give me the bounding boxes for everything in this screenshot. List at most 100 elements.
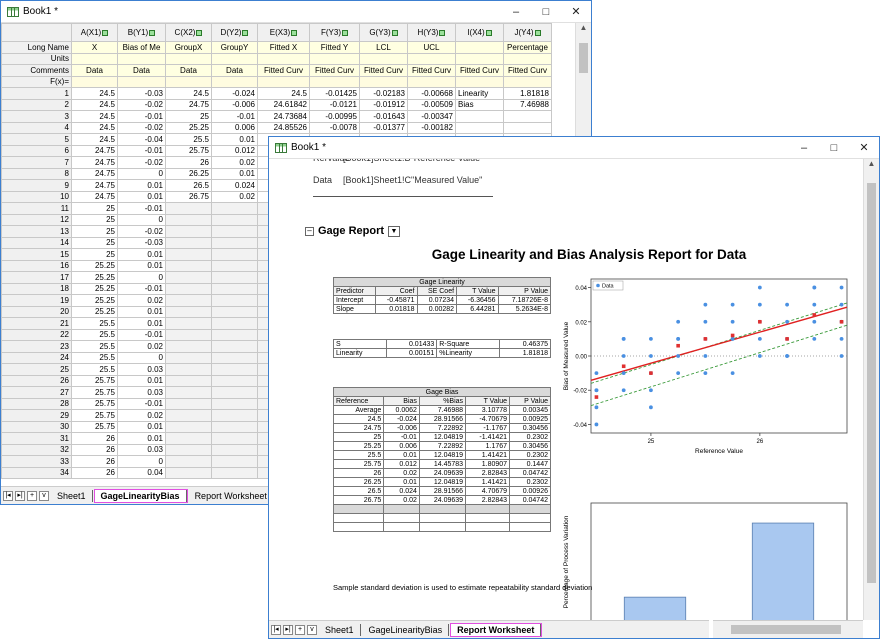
meta-cell[interactable] (71, 52, 118, 65)
row-number[interactable]: 16 (1, 259, 72, 272)
row-number[interactable]: 22 (1, 328, 72, 341)
data-cell[interactable] (211, 409, 258, 422)
column-header[interactable]: G(Y3) (359, 23, 408, 42)
data-cell[interactable]: 0.02 (211, 156, 258, 169)
data-cell[interactable]: 0 (117, 455, 166, 468)
data-cell[interactable]: -0.01425 (309, 87, 360, 100)
data-cell[interactable]: 25.5 (71, 363, 118, 376)
row-label[interactable]: Comments (1, 64, 72, 77)
data-cell[interactable]: -0.01 (117, 328, 166, 341)
meta-cell[interactable]: Data (165, 64, 212, 77)
column-header[interactable]: B(Y1) (117, 23, 166, 42)
vertical-scrollbar[interactable]: ▲ (863, 159, 879, 620)
minimize-icon[interactable]: – (789, 142, 819, 154)
data-cell[interactable] (211, 213, 258, 226)
data-cell[interactable]: 0.03 (117, 386, 166, 399)
data-cell[interactable]: 0 (117, 351, 166, 364)
data-cell[interactable]: 0.01 (117, 432, 166, 445)
row-number[interactable]: 27 (1, 386, 72, 399)
row-number[interactable]: 15 (1, 248, 72, 261)
data-cell[interactable]: 0.01 (211, 167, 258, 180)
meta-cell[interactable]: Fitted X (257, 41, 310, 54)
data-cell[interactable]: 0.01 (117, 248, 166, 261)
data-cell[interactable] (165, 317, 212, 330)
data-cell[interactable]: 25 (71, 202, 118, 215)
meta-cell[interactable] (309, 75, 360, 88)
column-header[interactable]: A(X1) (71, 23, 118, 42)
data-cell[interactable] (211, 397, 258, 410)
row-number[interactable]: 31 (1, 432, 72, 445)
row-number[interactable]: 17 (1, 271, 72, 284)
row-label[interactable]: Units (1, 52, 72, 65)
data-cell[interactable] (503, 110, 552, 123)
data-cell[interactable]: -0.00995 (309, 110, 360, 123)
data-cell[interactable]: 25.5 (71, 328, 118, 341)
data-cell[interactable]: -0.01 (117, 282, 166, 295)
data-cell[interactable]: 24.85526 (257, 121, 310, 134)
meta-cell[interactable] (211, 52, 258, 65)
meta-cell[interactable]: GroupY (211, 41, 258, 54)
row-number[interactable]: 19 (1, 294, 72, 307)
maximize-icon[interactable]: □ (531, 6, 561, 18)
data-cell[interactable]: -0.01 (117, 202, 166, 215)
data-cell[interactable]: -0.01377 (359, 121, 408, 134)
data-cell[interactable] (211, 248, 258, 261)
data-cell[interactable]: -0.02 (117, 98, 166, 111)
column-header[interactable]: I(X4) (455, 23, 504, 42)
prev-sheet-icon[interactable]: ▸| (15, 490, 25, 501)
report-sheet[interactable]: RefValue [Book1]Sheet1!B"Reference Value… (269, 159, 863, 620)
row-number[interactable]: 6 (1, 144, 72, 157)
row-number[interactable]: 29 (1, 409, 72, 422)
sheet-tab[interactable]: Report Worksheet (189, 489, 274, 502)
data-cell[interactable]: -0.00182 (407, 121, 456, 134)
data-cell[interactable]: -0.04 (117, 133, 166, 146)
data-cell[interactable]: 24.61842 (257, 98, 310, 111)
sheet-tab[interactable]: Sheet1 (319, 623, 361, 636)
data-cell[interactable]: -0.02183 (359, 87, 408, 100)
data-cell[interactable] (211, 317, 258, 330)
column-header[interactable]: J(Y4) (503, 23, 552, 42)
data-cell[interactable] (165, 259, 212, 272)
data-cell[interactable]: -0.00347 (407, 110, 456, 123)
row-number[interactable]: 21 (1, 317, 72, 330)
data-cell[interactable]: 24.5 (257, 87, 310, 100)
sheet-tab[interactable]: GageLinearityBias (93, 488, 188, 503)
data-cell[interactable]: -0.03 (117, 87, 166, 100)
data-cell[interactable]: 26 (71, 443, 118, 456)
sheet-tab[interactable]: Report Worksheet (450, 622, 543, 637)
data-cell[interactable]: 24.75 (71, 179, 118, 192)
data-cell[interactable]: -0.006 (211, 98, 258, 111)
data-cell[interactable]: -0.024 (211, 87, 258, 100)
data-cell[interactable] (455, 110, 504, 123)
data-cell[interactable]: 0.01 (117, 420, 166, 433)
data-cell[interactable] (165, 363, 212, 376)
row-label[interactable]: F(x)= (1, 75, 72, 88)
row-number[interactable]: 28 (1, 397, 72, 410)
close-icon[interactable]: ✕ (561, 5, 591, 18)
data-cell[interactable] (165, 443, 212, 456)
row-number[interactable]: 34 (1, 466, 72, 479)
meta-cell[interactable]: Data (71, 64, 118, 77)
meta-cell[interactable]: Fitted Curv (407, 64, 456, 77)
data-cell[interactable]: 25.75 (71, 397, 118, 410)
data-cell[interactable] (211, 305, 258, 318)
data-cell[interactable]: -0.01912 (359, 98, 408, 111)
data-cell[interactable]: 24.73684 (257, 110, 310, 123)
data-cell[interactable] (165, 236, 212, 249)
scroll-thumb[interactable] (731, 625, 841, 634)
report-window[interactable]: Book1 * – □ ✕ RefValue [Book1]Sheet1!B"R… (268, 136, 880, 639)
row-number[interactable]: 20 (1, 305, 72, 318)
data-cell[interactable] (165, 213, 212, 226)
data-cell[interactable]: 24.5 (71, 133, 118, 146)
data-cell[interactable]: 25.25 (71, 305, 118, 318)
data-cell[interactable]: 25.75 (71, 409, 118, 422)
row-number[interactable]: 9 (1, 179, 72, 192)
data-cell[interactable]: 25.25 (71, 282, 118, 295)
row-number[interactable]: 5 (1, 133, 72, 146)
data-cell[interactable]: 26.75 (165, 190, 212, 203)
data-cell[interactable]: 0.02 (117, 294, 166, 307)
data-cell[interactable]: 25 (165, 110, 212, 123)
data-cell[interactable]: 25.5 (71, 317, 118, 330)
data-cell[interactable] (211, 455, 258, 468)
data-cell[interactable] (165, 282, 212, 295)
